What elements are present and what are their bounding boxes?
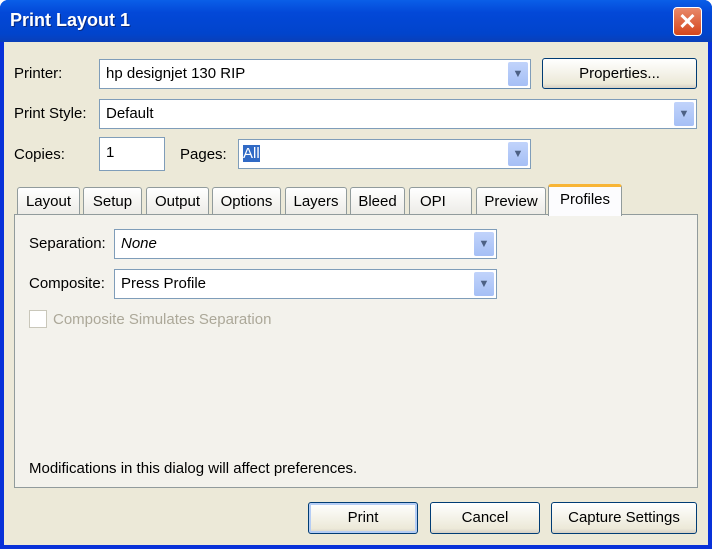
chevron-down-icon[interactable]: ▼ [674, 102, 694, 126]
tab-setup[interactable]: Setup [83, 187, 142, 215]
chevron-down-icon[interactable]: ▼ [508, 62, 528, 86]
printer-label: Printer: [14, 65, 63, 82]
tab-layers[interactable]: Layers [285, 187, 347, 215]
composite-simulates-label: Composite Simulates Separation [53, 311, 272, 328]
tab-bleed[interactable]: Bleed [350, 187, 405, 215]
cancel-button[interactable]: Cancel [430, 502, 540, 534]
composite-label: Composite: [29, 275, 105, 292]
preferences-note: Modifications in this dialog will affect… [29, 460, 358, 477]
tab-output[interactable]: Output [146, 187, 209, 215]
print-style-value: Default [106, 105, 154, 122]
close-icon: ✕ [678, 9, 697, 34]
close-button[interactable]: ✕ [673, 7, 702, 36]
pages-value: All [243, 145, 260, 162]
tab-preview[interactable]: Preview [476, 187, 546, 215]
chevron-down-icon[interactable]: ▼ [474, 232, 494, 256]
copies-input[interactable]: 1 [99, 137, 165, 171]
tab-opi[interactable]: OPI [409, 187, 472, 215]
copies-label: Copies: [14, 146, 65, 163]
printer-select[interactable]: hp designjet 130 RIP ▼ [99, 59, 531, 89]
print-style-label: Print Style: [14, 105, 87, 122]
tab-profiles[interactable]: Profiles [548, 184, 622, 216]
print-button[interactable]: Print [308, 502, 418, 534]
chevron-down-icon[interactable]: ▼ [474, 272, 494, 296]
printer-value: hp designjet 130 RIP [106, 65, 246, 82]
chevron-down-icon[interactable]: ▼ [508, 142, 528, 166]
separation-value: None [121, 235, 157, 252]
properties-button[interactable]: Properties... [542, 58, 697, 89]
window-border-left [0, 42, 4, 549]
window-border-bottom [0, 545, 712, 549]
composite-simulates-checkbox[interactable] [29, 310, 47, 328]
separation-label: Separation: [29, 235, 106, 252]
pages-select[interactable]: All ▼ [238, 139, 531, 169]
pages-label: Pages: [180, 146, 227, 163]
title-bar[interactable]: Print Layout 1 ✕ [0, 0, 712, 42]
tab-layout[interactable]: Layout [17, 187, 80, 215]
window-title: Print Layout 1 [10, 10, 131, 30]
print-style-select[interactable]: Default ▼ [99, 99, 697, 129]
tab-options[interactable]: Options [212, 187, 281, 215]
separation-select[interactable]: None ▼ [114, 229, 497, 259]
composite-select[interactable]: Press Profile ▼ [114, 269, 497, 299]
composite-value: Press Profile [121, 275, 207, 292]
capture-settings-button[interactable]: Capture Settings [551, 502, 697, 534]
window-border-right [708, 42, 712, 549]
